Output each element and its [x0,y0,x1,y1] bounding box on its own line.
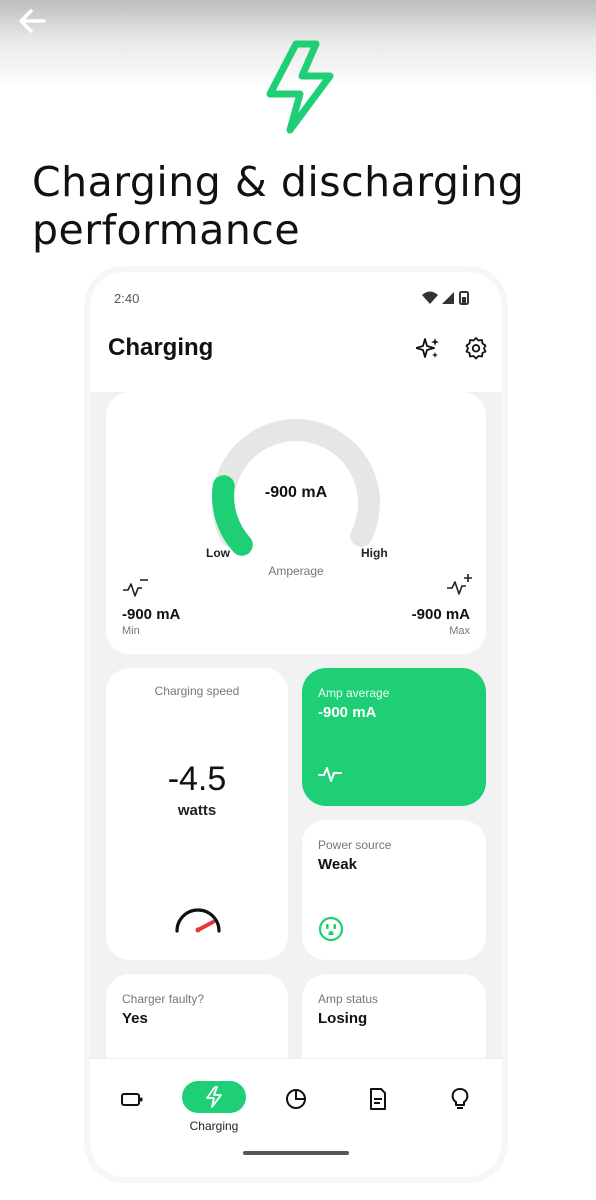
nav-item-tips[interactable] [428,1081,492,1141]
lightning-bolt-icon [266,40,334,134]
nav-item-stats[interactable] [264,1081,328,1141]
headline-line-2: performance [32,206,301,254]
min-value: -900 mA [122,606,181,623]
nav-active-pill [182,1081,246,1113]
nav-label-charging: Charging [189,1119,239,1133]
power-source-value: Weak [318,856,357,873]
charging-speed-card[interactable]: Charging speed -4.5 watts [106,668,288,960]
status-bar: 2:40 [90,272,502,322]
amperage-gauge-card: -900 mA Low High Amperage -900 mA Min -9… [106,392,486,654]
bottom-nav: Charging [90,1058,502,1177]
gauge-caption: Amperage [268,564,324,578]
amp-status-label: Amp status [318,992,379,1006]
amp-average-label: Amp average [318,686,390,700]
back-arrow-icon[interactable] [14,6,50,36]
status-icons [422,291,469,305]
headline-line-1: Charging & discharging [32,158,525,206]
amp-average-card[interactable]: Amp average -900 mA [302,668,486,806]
charging-speed-value: -4.5 [167,760,227,798]
pie-chart-icon [286,1089,306,1109]
home-indicator[interactable] [243,1151,349,1155]
gauge-low-label: Low [206,546,230,560]
gear-icon[interactable] [464,336,488,360]
charging-speed-title: Charging speed [154,684,240,698]
charger-faulty-value: Yes [122,1010,148,1027]
max-value: -900 mA [411,606,470,623]
document-icon [370,1088,386,1110]
lightbulb-icon [451,1088,469,1109]
activity-plus-icon [447,574,472,595]
status-time: 2:40 [114,291,140,306]
amp-average-value: -900 mA [318,704,377,721]
max-label: Max [449,625,470,637]
gauge-value: -900 mA [264,484,328,501]
app-header: Charging [90,322,502,392]
gauge-track [212,419,380,547]
wifi-icon [422,291,438,304]
page-headline: Charging & discharging performance [32,158,572,254]
signal-icon [442,292,454,304]
power-source-label: Power source [318,838,392,852]
activity-icon [318,767,342,782]
nav-item-battery[interactable] [100,1081,164,1141]
phone-mockup: 2:40 Charging -900 mA Low High Amperage [90,272,502,1177]
lightning-bolt-icon [206,1086,222,1108]
page-title: Charging [108,334,214,361]
power-source-card[interactable]: Power source Weak [302,820,486,960]
nav-item-charging[interactable]: Charging [182,1081,246,1141]
charger-faulty-label: Charger faulty? [122,992,205,1006]
battery-icon [121,1093,143,1106]
gauge-high-label: High [361,546,388,560]
sparkles-icon[interactable] [416,336,440,360]
speedometer-icon [175,908,221,933]
min-label: Min [122,625,140,637]
nav-item-report[interactable] [346,1081,410,1141]
activity-minus-icon [123,579,148,597]
power-outlet-icon [318,916,344,942]
amp-status-value: Losing [318,1010,368,1027]
charging-speed-unit: watts [177,802,217,819]
